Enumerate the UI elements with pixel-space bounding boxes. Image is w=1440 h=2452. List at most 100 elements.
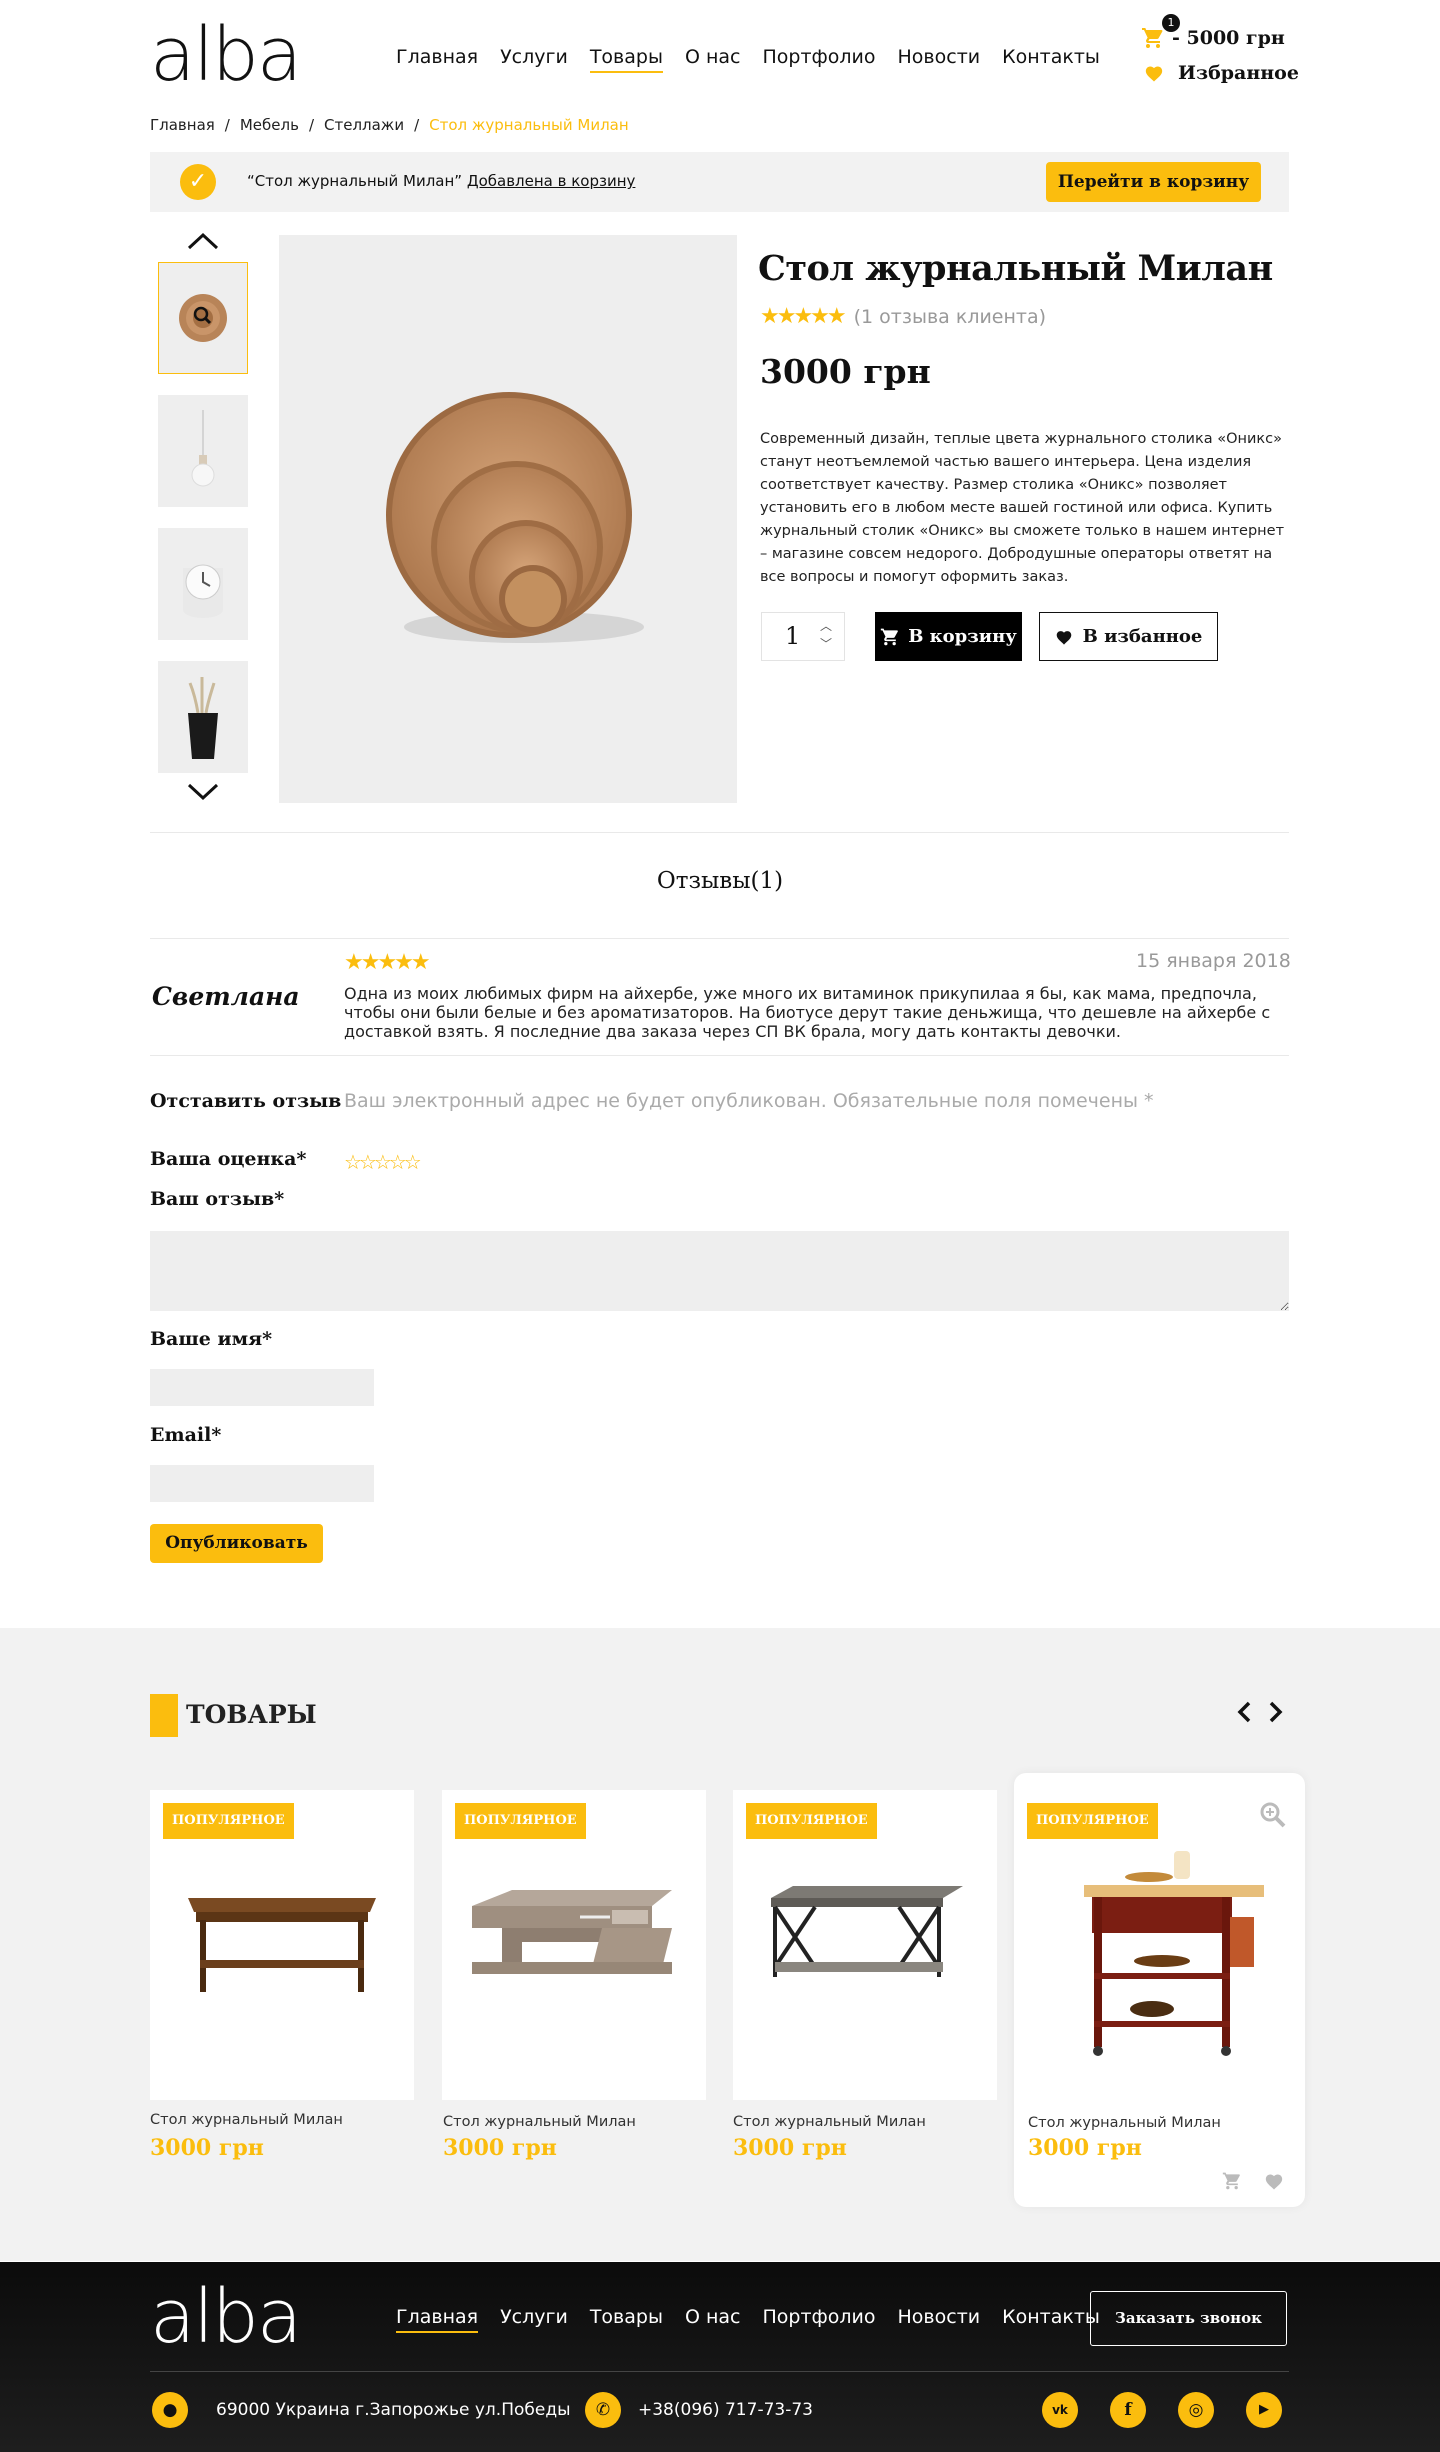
- product-image: [771, 1886, 963, 1977]
- breadcrumb-furniture[interactable]: Мебель: [240, 116, 299, 134]
- breadcrumb: Главная / Мебель / Стеллажи / Стол журнальн…: [150, 116, 629, 134]
- facebook-icon[interactable]: f: [1110, 2392, 1146, 2428]
- quantity-down-icon[interactable]: ﹀: [820, 635, 832, 652]
- reviews-count-link[interactable]: (1 отзыва клиента): [854, 306, 1046, 328]
- breadcrumb-separator: /: [224, 116, 230, 134]
- product-image: [472, 1890, 672, 1974]
- nav-item-products[interactable]: Товары: [589, 46, 663, 73]
- main-nav: Главная Услуги Товары О нас Портфолио Но…: [396, 46, 1100, 73]
- chevron-left-icon[interactable]: [1236, 1700, 1252, 1724]
- chevron-up-icon[interactable]: [186, 231, 220, 251]
- footer-divider: [150, 2371, 1289, 2372]
- product-name[interactable]: Стол журнальный Милан: [733, 2114, 926, 2130]
- product-rating: ★★★★★ (1 отзыва клиента): [760, 304, 1046, 329]
- cart-total: - 5000 грн: [1172, 27, 1285, 49]
- header-cart[interactable]: - 5000 грн: [1140, 26, 1285, 50]
- phone-icon: ✆: [585, 2392, 621, 2428]
- chevron-down-icon[interactable]: [186, 782, 220, 802]
- cart-icon[interactable]: [1222, 2171, 1242, 2191]
- added-to-cart-notice: ✓ “Стол журнальный Милан” Добавлена в ко…: [150, 152, 1289, 212]
- divider: [150, 832, 1289, 833]
- check-icon: ✓: [180, 164, 216, 200]
- your-review-label: Ваш отзыв*: [150, 1188, 285, 1210]
- thumbnail-white-clock[interactable]: [158, 528, 248, 640]
- review-stars: ★★★★★: [344, 950, 431, 975]
- product-name[interactable]: Стол журнальный Милан: [1028, 2115, 1221, 2131]
- product-price: 3000 грн: [733, 2135, 847, 2161]
- footer-address: 69000 Украина г.Запорожье ул.Победы: [216, 2400, 571, 2420]
- product-image: [1084, 1851, 1264, 2056]
- instagram-icon[interactable]: ◎: [1178, 2392, 1214, 2428]
- go-to-cart-button[interactable]: Перейти в корзину: [1046, 162, 1261, 202]
- cart-count-badge: 1: [1162, 14, 1180, 32]
- add-to-cart-button[interactable]: В корзину: [875, 612, 1022, 661]
- rating-input-stars[interactable]: ☆☆☆☆☆: [344, 1150, 422, 1174]
- product-title: Стол журнальный Милан: [758, 248, 1273, 289]
- heart-icon: [1145, 66, 1163, 82]
- product-image: [188, 1898, 376, 1992]
- product-card[interactable]: ПОПУЛЯРНОЕ: [733, 1790, 997, 2100]
- vk-icon[interactable]: vk: [1042, 2392, 1078, 2428]
- footer-nav-contacts[interactable]: Контакты: [1002, 2306, 1100, 2333]
- nav-item-about[interactable]: О нас: [685, 46, 741, 73]
- product-name[interactable]: Стол журнальный Милан: [150, 2112, 343, 2128]
- thumbnail-wooden-trays[interactable]: [158, 262, 248, 374]
- review-date: 15 января 2018: [1136, 950, 1291, 972]
- popular-badge: ПОПУЛЯРНОЕ: [455, 1803, 586, 1839]
- notice-text: “Стол журнальный Милан” Добавлена в корз…: [247, 172, 635, 190]
- youtube-icon[interactable]: ▶: [1246, 2392, 1282, 2428]
- publish-button[interactable]: Опубликовать: [150, 1524, 323, 1563]
- footer-nav-news[interactable]: Новости: [898, 2306, 981, 2333]
- product-price: 3000 грн: [760, 352, 931, 391]
- divider: [150, 1055, 1289, 1056]
- heart-icon[interactable]: [1264, 2172, 1284, 2190]
- footer-logo[interactable]: alba: [150, 2280, 302, 2354]
- thumbnail-black-vase[interactable]: [158, 661, 248, 773]
- footer-nav: Главная Услуги Товары О нас Портфолио Но…: [396, 2306, 1100, 2333]
- thumbnail-pendant-lamp[interactable]: [158, 395, 248, 507]
- breadcrumb-shelves[interactable]: Стеллажи: [324, 116, 404, 134]
- breadcrumb-current: Стол журнальный Милан: [429, 116, 629, 134]
- footer-nav-home[interactable]: Главная: [396, 2306, 479, 2333]
- add-to-favorites-label: В избанное: [1082, 626, 1203, 647]
- quantity-value: 1: [785, 622, 801, 650]
- nav-item-news[interactable]: Новости: [898, 46, 981, 73]
- product-card-highlighted[interactable]: ПОПУЛЯРНОЕ Стол журнальный Милан 3000 гр…: [1014, 1773, 1305, 2207]
- order-call-button[interactable]: Заказать звонок: [1090, 2291, 1287, 2346]
- popular-badge: ПОПУЛЯРНОЕ: [163, 1803, 294, 1839]
- header-favorites[interactable]: Избранное: [1144, 62, 1299, 84]
- breadcrumb-home[interactable]: Главная: [150, 116, 215, 134]
- product-card[interactable]: ПОПУЛЯРНОЕ: [442, 1790, 706, 2100]
- footer-nav-services[interactable]: Услуги: [500, 2306, 568, 2333]
- main-product-image[interactable]: [279, 235, 737, 803]
- products-section-title: ТОВАРЫ: [186, 1700, 317, 1729]
- email-field[interactable]: [150, 1465, 374, 1502]
- leave-review-label: Отставить отзыв: [150, 1090, 342, 1112]
- zoom-icon[interactable]: [1259, 1801, 1287, 1829]
- nav-item-contacts[interactable]: Контакты: [1002, 46, 1100, 73]
- chevron-right-icon[interactable]: [1268, 1700, 1284, 1724]
- product-card[interactable]: ПОПУЛЯРНОЕ: [150, 1790, 414, 2100]
- name-field[interactable]: [150, 1369, 374, 1406]
- footer-phone[interactable]: +38(096) 717-73-73: [638, 2400, 813, 2420]
- email-label: Email*: [150, 1424, 222, 1446]
- cart-icon: [1142, 28, 1163, 48]
- notice-link[interactable]: Добавлена в корзину: [467, 172, 636, 190]
- footer-nav-about[interactable]: О нас: [685, 2306, 741, 2333]
- quantity-up-icon[interactable]: ︿: [820, 617, 832, 634]
- notice-product: “Стол журнальный Милан”: [247, 172, 463, 190]
- product-price: 3000 грн: [1028, 2135, 1142, 2161]
- nav-item-services[interactable]: Услуги: [500, 46, 568, 73]
- add-to-cart-label: В корзину: [908, 626, 1017, 647]
- nav-item-portfolio[interactable]: Портфолио: [762, 46, 875, 73]
- add-to-favorites-button[interactable]: В избанное: [1039, 612, 1218, 661]
- your-name-label: Ваше имя*: [150, 1328, 273, 1350]
- footer-nav-products[interactable]: Товары: [590, 2306, 663, 2333]
- popular-badge: ПОПУЛЯРНОЕ: [746, 1803, 877, 1839]
- product-name[interactable]: Стол журнальный Милан: [443, 2114, 636, 2130]
- footer-nav-portfolio[interactable]: Портфолио: [762, 2306, 875, 2333]
- site-logo[interactable]: alba: [150, 18, 302, 92]
- review-textarea[interactable]: [150, 1231, 1289, 1311]
- nav-item-home[interactable]: Главная: [396, 46, 478, 73]
- quantity-stepper[interactable]: 1 ︿ ﹀: [761, 612, 845, 661]
